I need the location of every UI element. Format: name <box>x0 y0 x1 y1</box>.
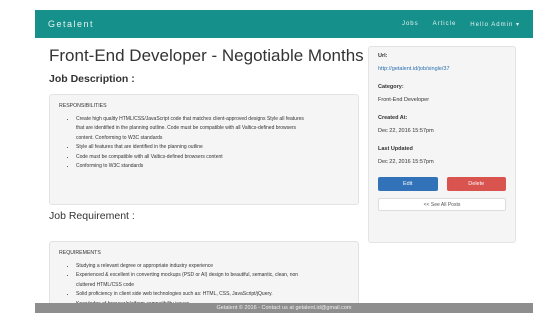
url-link[interactable]: http://getalent.id/job/single/37 <box>378 66 506 72</box>
nav-link-jobs[interactable]: Jobs <box>402 21 419 28</box>
job-requirement-heading: Job Requirement : <box>49 210 135 222</box>
list-item: Create high quality HTML/CSS/JavaScript … <box>76 115 349 125</box>
footer: Getalent © 2016 - Contact us at getalent… <box>35 303 533 313</box>
delete-button[interactable]: Delete <box>446 177 506 191</box>
job-info-sidebar: Url: http://getalent.id/job/single/37 Ca… <box>368 46 516 243</box>
list-item: Code must be compatible with all Valtics… <box>76 153 349 163</box>
category-value: Front-End Developer <box>378 97 430 103</box>
category-label: Category: <box>378 84 404 90</box>
page-title: Front-End Developer - Negotiable Months <box>49 46 364 65</box>
list-item: Conforming to W3C standards <box>76 162 349 172</box>
see-all-posts-button[interactable]: << See All Posts <box>378 198 506 211</box>
action-buttons: Edit Delete <box>378 177 506 191</box>
brand-logo[interactable]: Getalent <box>48 19 402 29</box>
list-item: Style all features that are identified i… <box>76 143 349 153</box>
list-item-continued: content. Conforming to W3C standards <box>76 134 163 141</box>
list-item-continued: that are identified in the planning outl… <box>76 125 297 131</box>
job-description-box: RESPONSIBILITIES Create high quality HTM… <box>49 94 359 205</box>
list-item: Studying a relevant degree or appropriat… <box>76 262 349 272</box>
nav-links: Jobs Article Hello Admin ▾ <box>402 21 520 28</box>
nav-link-article[interactable]: Article <box>433 21 457 28</box>
responsibilities-caption: RESPONSIBILITIES <box>59 103 107 109</box>
list-item-continued: cluttered HTML/CSS code <box>76 281 135 288</box>
list-item: Experienced & excellent in converting mo… <box>76 271 349 281</box>
created-label: Created At: <box>378 115 408 121</box>
requirements-list: Studying a relevant degree or appropriat… <box>59 262 349 310</box>
job-description-heading: Job Description : <box>49 73 135 85</box>
requirements-caption: REQUIREMENTS <box>59 250 101 256</box>
edit-button[interactable]: Edit <box>378 177 438 191</box>
job-main: Front-End Developer - Negotiable Months … <box>49 46 364 205</box>
updated-value: Dec 22, 2016 15:57pm <box>378 159 434 165</box>
list-item: Solid proficiency in client side web tec… <box>76 290 349 300</box>
responsibilities-list: Create high quality HTML/CSS/JavaScript … <box>59 115 349 172</box>
updated-label: Last Updated <box>378 146 413 152</box>
created-value: Dec 22, 2016 15:57pm <box>378 128 434 134</box>
navbar: Getalent Jobs Article Hello Admin ▾ <box>35 10 533 38</box>
nav-user-menu[interactable]: Hello Admin ▾ <box>470 21 520 28</box>
url-label: Url: <box>378 53 388 59</box>
